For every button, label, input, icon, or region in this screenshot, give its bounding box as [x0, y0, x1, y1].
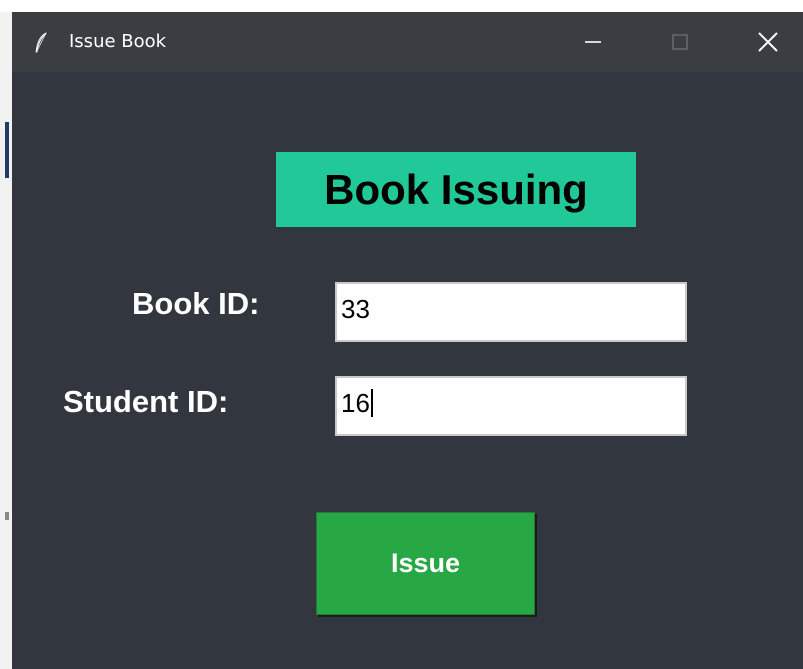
page-title: Book Issuing	[276, 152, 636, 227]
background-window-edge	[0, 12, 12, 669]
book-id-input[interactable]: 33	[335, 282, 687, 342]
window-title: Issue Book	[69, 31, 167, 52]
issue-book-window: Issue Book Book Issuing Book ID: 33 Stud…	[12, 12, 803, 669]
minimize-icon	[585, 41, 601, 43]
student-id-input[interactable]: 16	[335, 376, 687, 436]
book-id-value: 33	[341, 294, 370, 324]
maximize-button[interactable]	[650, 12, 710, 72]
title-bar[interactable]: Issue Book	[12, 12, 803, 72]
close-button[interactable]	[738, 12, 798, 72]
feather-icon	[35, 32, 47, 53]
background-accent-mark	[5, 512, 9, 520]
close-icon	[758, 32, 778, 52]
student-id-label: Student ID:	[63, 384, 229, 419]
maximize-icon	[672, 34, 688, 50]
book-id-label: Book ID:	[132, 286, 260, 321]
text-caret	[370, 389, 373, 417]
background-accent-mark	[5, 122, 9, 178]
minimize-button[interactable]	[563, 12, 623, 72]
issue-button[interactable]: Issue	[316, 512, 535, 615]
form-area: Book Issuing Book ID: 33 Student ID: 16 …	[12, 72, 803, 669]
student-id-value: 16	[341, 388, 370, 418]
